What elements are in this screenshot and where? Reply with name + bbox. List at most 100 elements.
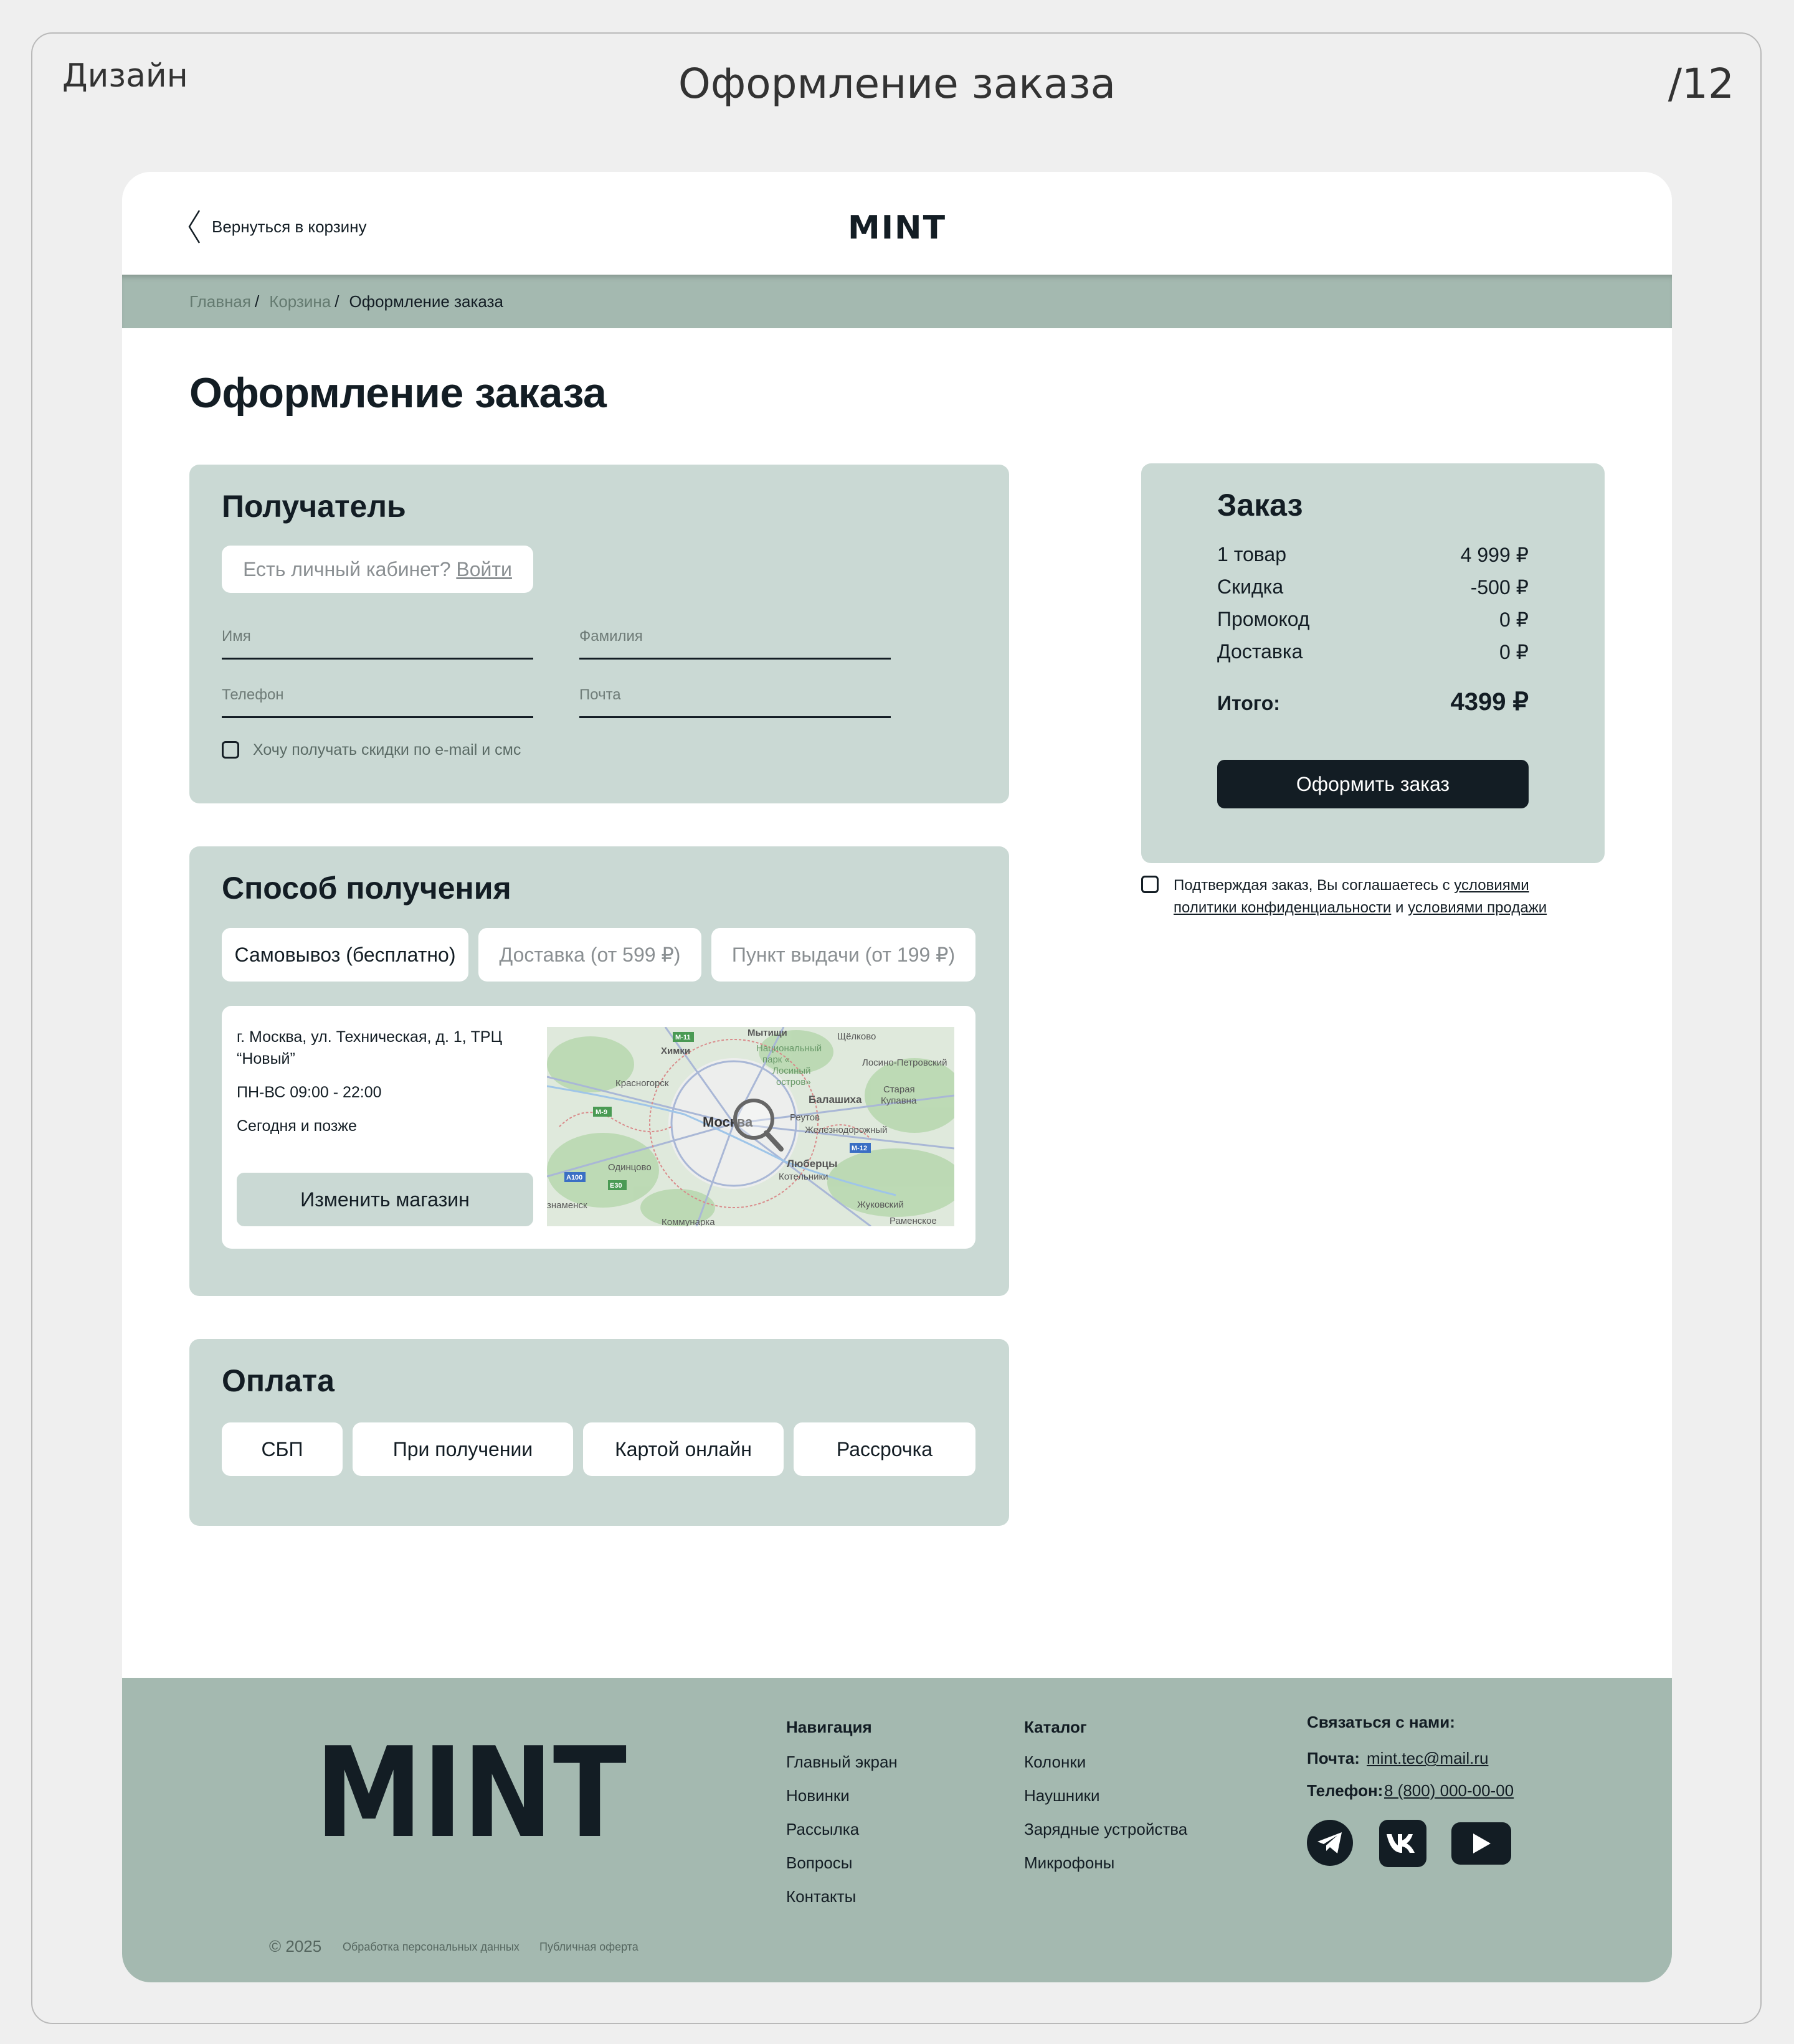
map-road-label: М-9 <box>596 1109 607 1116</box>
breadcrumb-separator: / <box>335 291 339 311</box>
footer-catalog-link[interactable]: Микрофоны <box>1024 1853 1114 1873</box>
chevron-left-icon <box>188 210 201 244</box>
footer-nav-link[interactable]: Новинки <box>786 1786 850 1805</box>
order-summary-panel: Заказ 1 товар 4 999 ₽ Скидка -500 ₽ Пром… <box>1141 463 1605 863</box>
public-offer-link[interactable]: Публичная оферта <box>539 1941 638 1954</box>
privacy-data-link[interactable]: Обработка персональных данных <box>343 1941 520 1954</box>
agreement-and: и <box>1395 899 1404 916</box>
vk-glyph <box>1387 1834 1415 1853</box>
order-title: Заказ <box>1217 488 1303 523</box>
map-label: парк « <box>762 1054 790 1065</box>
account-prompt-text: Есть личный кабинет? <box>243 557 451 580</box>
order-row-label: Промокод <box>1217 608 1310 630</box>
submit-order-button[interactable]: Оформить заказ <box>1217 760 1529 808</box>
first-name-field[interactable]: Имя <box>222 628 533 660</box>
order-row-items: 1 товар 4 999 ₽ <box>1217 543 1529 567</box>
order-row-label: Доставка <box>1217 640 1303 663</box>
map-road-label: М-11 <box>675 1034 690 1041</box>
breadcrumb-cart[interactable]: Корзина <box>269 292 331 311</box>
login-link[interactable]: Войти <box>456 558 512 581</box>
breadcrumb-home[interactable]: Главная <box>189 292 251 311</box>
youtube-icon[interactable] <box>1451 1822 1511 1865</box>
header-logo[interactable]: MINT <box>848 209 946 247</box>
slide-title: Оформление заказа <box>678 60 1116 108</box>
subscribe-label: Хочу получать скидки по e-mail и смс <box>253 741 521 759</box>
footer-email-link[interactable]: mint.tec@mail.ru <box>1367 1749 1488 1768</box>
telegram-plane-glyph <box>1317 1832 1342 1853</box>
map-label: знаменск <box>547 1200 587 1211</box>
map-label: Коммунарка <box>662 1217 715 1226</box>
email-placeholder: Почта <box>579 686 621 703</box>
footer-nav-link[interactable]: Вопросы <box>786 1853 853 1873</box>
vk-icon[interactable] <box>1379 1820 1426 1867</box>
map-label: Национальный <box>756 1043 822 1054</box>
map-road-label: Е30 <box>610 1182 622 1190</box>
store-address-line2: “Новый” <box>237 1050 295 1067</box>
delivery-panel: Способ получения Самовывоз (бесплатно) Д… <box>189 846 1009 1296</box>
phone-field[interactable]: Телефон <box>222 686 533 718</box>
map-label: Железнодорожный <box>805 1125 888 1135</box>
subscribe-checkbox[interactable] <box>222 741 239 759</box>
agreement-checkbox[interactable] <box>1141 876 1159 893</box>
order-row-value: -500 ₽ <box>1470 576 1529 599</box>
map-label: Старая <box>883 1084 915 1095</box>
last-name-field[interactable]: Фамилия <box>579 628 891 660</box>
payment-option-on-receipt[interactable]: При получении <box>353 1422 573 1476</box>
order-total-row: Итого: 4399 ₽ <box>1217 688 1529 716</box>
order-row-value: 0 ₽ <box>1499 608 1529 631</box>
copyright: © 2025 <box>269 1937 322 1956</box>
breadcrumb: Главная / Корзина / Оформление заказа <box>122 275 1672 328</box>
map-label: Лосиный <box>772 1066 811 1076</box>
footer-catalog-link[interactable]: Колонки <box>1024 1753 1086 1772</box>
recipient-title: Получатель <box>222 489 406 524</box>
map-road-label: А100 <box>566 1174 582 1181</box>
payment-panel: Оплата СБП При получении Картой онлайн Р… <box>189 1339 1009 1526</box>
map-label: Лосино-Петровский <box>862 1057 947 1068</box>
checkout-page: Вернуться в корзину MINT Главная / Корзи… <box>122 172 1672 1982</box>
footer-nav-link[interactable]: Контакты <box>786 1887 856 1906</box>
order-row-value: 4 999 ₽ <box>1460 544 1529 566</box>
footer-logo[interactable]: MINT <box>315 1721 627 1866</box>
order-row-delivery: Доставка 0 ₽ <box>1217 640 1529 664</box>
map-label: Реутов <box>790 1112 820 1123</box>
order-total-value: 4399 ₽ <box>1450 688 1529 716</box>
footer-logo-graphic: MINT <box>315 1721 627 1866</box>
footer-nav-link[interactable]: Рассылка <box>786 1820 859 1839</box>
order-row-label: Скидка <box>1217 575 1284 598</box>
delivery-option-pickup[interactable]: Самовывоз (бесплатно) <box>222 928 468 982</box>
breadcrumb-current: Оформление заказа <box>349 291 503 311</box>
map-label: Химки <box>661 1046 690 1056</box>
payment-title: Оплата <box>222 1363 335 1398</box>
store-address-line1: г. Москва, ул. Техническая, д. 1, ТРЦ <box>237 1028 503 1046</box>
slide-number: /12 <box>1668 60 1734 108</box>
order-row-value: 0 ₽ <box>1499 641 1529 663</box>
sale-terms-link[interactable]: условиями продажи <box>1408 899 1547 916</box>
payment-option-installments[interactable]: Рассрочка <box>794 1422 975 1476</box>
footer-catalog-link[interactable]: Наушники <box>1024 1786 1100 1805</box>
delivery-option-pickup-point[interactable]: Пункт выдачи (от 199 ₽) <box>711 928 975 982</box>
payment-option-sbp[interactable]: СБП <box>222 1422 343 1476</box>
recipient-panel: Получатель Есть личный кабинет? Войти Им… <box>189 465 1009 803</box>
back-to-cart-link[interactable]: Вернуться в корзину <box>187 208 367 245</box>
order-row-discount: Скидка -500 ₽ <box>1217 575 1529 599</box>
footer-phone-link[interactable]: 8 (800) 000-00-00 <box>1384 1781 1514 1800</box>
telegram-icon[interactable] <box>1307 1820 1353 1866</box>
store-availability: Сегодня и позже <box>237 1117 357 1135</box>
map-label: Купавна <box>881 1095 917 1106</box>
last-name-placeholder: Фамилия <box>579 628 643 645</box>
email-field[interactable]: Почта <box>579 686 891 718</box>
map-label: Одинцово <box>608 1162 652 1173</box>
map-label: Балашиха <box>809 1094 862 1105</box>
map-canvas: Химки Мытищи Национальный парк « Лосиный… <box>547 1027 954 1226</box>
footer-nav-link[interactable]: Главный экран <box>786 1753 898 1772</box>
payment-option-card-online[interactable]: Картой онлайн <box>583 1422 784 1476</box>
map-label: Красногорск <box>615 1078 669 1089</box>
back-to-cart-label: Вернуться в корзину <box>212 217 367 236</box>
delivery-option-courier[interactable]: Доставка (от 599 ₽) <box>478 928 701 982</box>
footer-catalog-link[interactable]: Зарядные устройства <box>1024 1820 1187 1839</box>
change-store-button[interactable]: Изменить магазин <box>237 1173 533 1226</box>
order-total-label: Итого: <box>1217 692 1280 714</box>
store-map[interactable]: Химки Мытищи Национальный парк « Лосиный… <box>547 1027 954 1226</box>
footer-contacts-title: Связаться с нами: <box>1307 1713 1455 1731</box>
map-label: Щёлково <box>837 1031 876 1042</box>
